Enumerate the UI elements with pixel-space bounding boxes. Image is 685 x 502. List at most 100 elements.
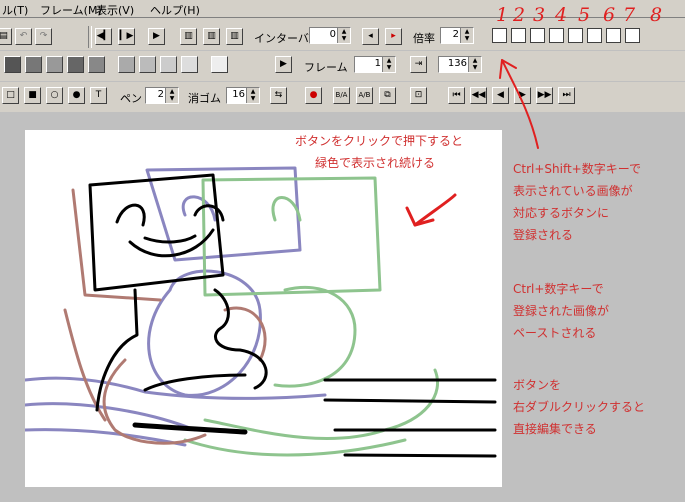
- image-slot-3[interactable]: [530, 28, 545, 43]
- annotation-line: 対応するボタンに: [513, 206, 610, 220]
- ratio-label: 倍率: [413, 32, 435, 45]
- annotation-line: ペーストされる: [513, 326, 597, 340]
- annotation-line: 登録される: [513, 228, 574, 242]
- slot-number: 8: [650, 4, 663, 26]
- redo-icon[interactable]: ↷: [35, 28, 52, 45]
- separator: [88, 26, 92, 48]
- annotation-line: 右ダブルクリックすると: [513, 400, 646, 414]
- menu-help[interactable]: ヘルプ(H): [150, 2, 200, 18]
- eraser-size-value: 16: [232, 89, 245, 100]
- spin-arrows-icon[interactable]: ▲ ▼: [337, 28, 350, 43]
- pen-label: ペン: [120, 92, 142, 105]
- arrow-icon: [499, 59, 539, 149]
- menu-view[interactable]: 表示(V): [96, 2, 134, 18]
- pattern-5-icon[interactable]: [88, 56, 105, 73]
- jump-icon[interactable]: ⇥: [410, 56, 427, 73]
- image-slot-6[interactable]: [587, 28, 602, 43]
- eraser-label: 消ゴム: [188, 92, 221, 105]
- annotation-line: 直接編集できる: [513, 422, 597, 436]
- paste-icon[interactable]: ▤: [0, 28, 12, 45]
- step-back-icon[interactable]: ◂: [362, 28, 379, 45]
- frame-total-spinner[interactable]: 136 ▲ ▼: [438, 56, 482, 73]
- image-slot-7[interactable]: [606, 28, 621, 43]
- slot-number: 5: [578, 4, 591, 26]
- onion-skin-drawing: [25, 166, 497, 458]
- slot-number: 7: [623, 4, 636, 26]
- menu-tool[interactable]: ル(T): [2, 2, 28, 18]
- ratio-ba-button[interactable]: B/A: [333, 87, 350, 104]
- layer-view-1-icon[interactable]: ▥: [180, 28, 197, 45]
- annotation-line: 表示されている画像が: [513, 184, 633, 198]
- layer-icon[interactable]: ⊡: [410, 87, 427, 104]
- frame-value: 1: [374, 58, 381, 69]
- annotation-paste: Ctrl+数字キーで 登録された画像が ペーストされる: [513, 278, 609, 344]
- slot-number: 2: [513, 4, 526, 26]
- drawing-canvas[interactable]: ボタンをクリックで押下すると 緑色で表示され続ける: [25, 130, 502, 487]
- toolbar-row-2: ▶ フレーム 1 ▲ ▼ ⇥ 136 ▲ ▼: [0, 51, 685, 81]
- color-picker-icon[interactable]: ●: [305, 87, 322, 104]
- ellipse-outline-icon[interactable]: ○: [46, 87, 63, 104]
- rect-fill-icon[interactable]: ■: [24, 87, 41, 104]
- layer-view-3-icon[interactable]: ▥: [226, 28, 243, 45]
- annotation-line: 登録された画像が: [513, 304, 610, 318]
- spin-arrows-icon[interactable]: ▲ ▼: [246, 88, 259, 103]
- frame-total-value: 136: [447, 58, 467, 69]
- image-slot-4[interactable]: [549, 28, 564, 43]
- step-forward-icon[interactable]: ▸: [385, 28, 402, 45]
- pattern-6-icon[interactable]: [118, 56, 135, 73]
- menu-frame[interactable]: フレーム(M): [40, 2, 102, 18]
- image-slot-2[interactable]: [511, 28, 526, 43]
- image-slot-1[interactable]: [492, 28, 507, 43]
- slot-number: 4: [555, 4, 568, 26]
- annotation-line: ボタンを: [513, 378, 562, 392]
- ratio-value: 2: [452, 29, 459, 40]
- interval-value: 0: [329, 29, 336, 40]
- pattern-1-icon[interactable]: [4, 56, 21, 73]
- spin-arrows-icon[interactable]: ▲ ▼: [460, 28, 473, 43]
- pen-size-spinner[interactable]: 2 ▲ ▼: [145, 87, 179, 104]
- pattern-8-icon[interactable]: [160, 56, 177, 73]
- interval-spinner[interactable]: 0 ▲ ▼: [309, 27, 351, 44]
- layer-view-2-icon[interactable]: ▥: [203, 28, 220, 45]
- pattern-9-icon[interactable]: [181, 56, 198, 73]
- text-tool-icon[interactable]: T: [90, 87, 107, 104]
- annotation-line: Ctrl+Shift+数字キーで: [513, 162, 642, 176]
- pattern-4-icon[interactable]: [67, 56, 84, 73]
- image-slot-8[interactable]: [625, 28, 640, 43]
- annotation-edit: ボタンを 右ダブルクリックすると 直接編集できる: [513, 374, 645, 440]
- frame-spinner[interactable]: 1 ▲ ▼: [354, 56, 396, 73]
- image-slot-5[interactable]: [568, 28, 583, 43]
- annotation-top-line1: ボタンをクリックで押下すると: [295, 134, 464, 148]
- copy-layer-icon[interactable]: ⧉: [379, 87, 396, 104]
- pattern-10-icon[interactable]: [211, 56, 228, 73]
- first-frame-icon[interactable]: ⏮: [448, 87, 465, 104]
- annotation-register: Ctrl+Shift+数字キーで 表示されている画像が 対応するボタンに 登録さ…: [513, 158, 641, 246]
- ellipse-fill-icon[interactable]: ●: [68, 87, 85, 104]
- last-frame-icon[interactable]: ⏭: [558, 87, 575, 104]
- slot-number: 3: [533, 4, 546, 26]
- ratio-ab-button[interactable]: A/B: [356, 87, 373, 104]
- rewind-icon[interactable]: ◀◀: [470, 87, 487, 104]
- play-icon[interactable]: ▶: [148, 28, 165, 45]
- slot-number: 1: [496, 4, 509, 26]
- pattern-3-icon[interactable]: [46, 56, 63, 73]
- play-frame-icon[interactable]: ▶: [275, 56, 292, 73]
- pattern-7-icon[interactable]: [139, 56, 156, 73]
- pen-size-value: 2: [157, 89, 164, 100]
- rect-outline-icon[interactable]: □: [2, 87, 19, 104]
- annotation-line: Ctrl+数字キーで: [513, 282, 604, 296]
- prev-frame-icon[interactable]: ◀▎: [95, 28, 112, 45]
- annotation-top-line2: 緑色で表示され続ける: [315, 156, 436, 170]
- swap-icon[interactable]: ⇆: [270, 87, 287, 104]
- next-frame-icon[interactable]: ▎▶: [118, 28, 135, 45]
- frame-label: フレーム: [304, 61, 348, 74]
- ratio-spinner[interactable]: 2 ▲ ▼: [440, 27, 474, 44]
- slot-number: 6: [603, 4, 616, 26]
- undo-icon[interactable]: ↶: [15, 28, 32, 45]
- toolbar-row-3: □ ■ ○ ● T ペン 2 ▲ ▼ 消ゴム 16 ▲ ▼ ⇆ ● B/A A/B …: [0, 82, 685, 112]
- eraser-size-spinner[interactable]: 16 ▲ ▼: [226, 87, 260, 104]
- pattern-2-icon[interactable]: [25, 56, 42, 73]
- spin-arrows-icon[interactable]: ▲ ▼: [165, 88, 178, 103]
- spin-arrows-icon[interactable]: ▲ ▼: [468, 57, 481, 72]
- spin-arrows-icon[interactable]: ▲ ▼: [382, 57, 395, 72]
